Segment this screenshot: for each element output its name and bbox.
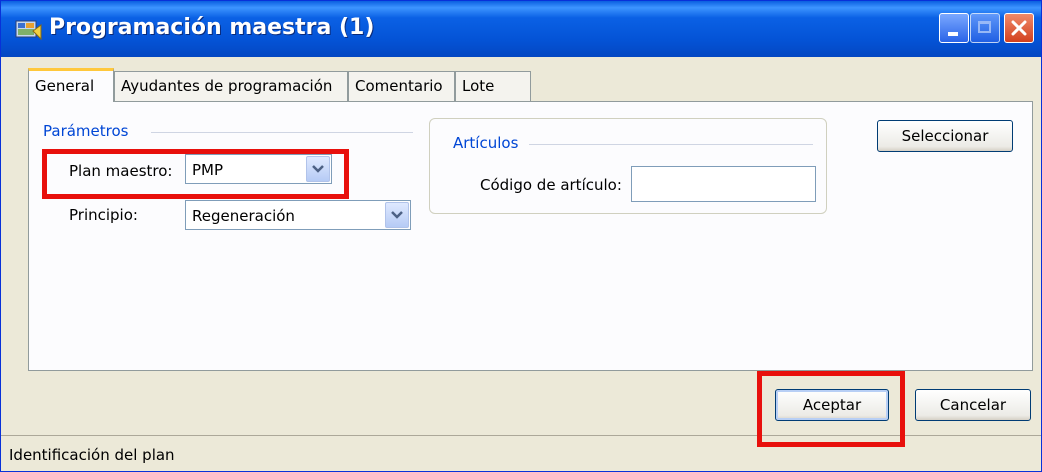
- tab-lote[interactable]: Lote: [455, 71, 531, 101]
- close-icon: [1011, 20, 1027, 36]
- cancelar-button[interactable]: Cancelar: [915, 389, 1031, 421]
- highlight-aceptar: [757, 371, 905, 447]
- parametros-divider: [151, 132, 413, 133]
- principio-combo[interactable]: Regeneración: [185, 200, 411, 230]
- dialog-window: Programación maestra (1) General Ayudant…: [0, 0, 1042, 472]
- window-title: Programación maestra (1): [49, 15, 375, 40]
- parametros-group-label: Parámetros: [43, 122, 129, 140]
- maximize-button[interactable]: [970, 13, 1000, 43]
- articulos-divider: [529, 144, 813, 145]
- title-bar[interactable]: Programación maestra (1): [1, 1, 1041, 57]
- principio-label: Principio:: [69, 206, 138, 224]
- seleccionar-button[interactable]: Seleccionar: [877, 120, 1013, 152]
- highlight-plan-maestro: [42, 149, 349, 199]
- tab-comentario[interactable]: Comentario: [348, 71, 455, 101]
- tab-general[interactable]: General: [28, 68, 114, 102]
- principio-value: Regeneración: [192, 207, 295, 225]
- status-text: Identificación del plan: [9, 446, 175, 464]
- app-icon: [15, 20, 42, 41]
- chevron-down-icon: [391, 211, 403, 219]
- minimize-button[interactable]: [939, 13, 969, 43]
- tab-panel-general: Parámetros Plan maestro: PMP Principio: …: [28, 101, 1033, 371]
- codigo-de-articulo-label: Código de artículo:: [480, 176, 622, 194]
- close-button[interactable]: [1004, 13, 1034, 43]
- principio-dropdown-button[interactable]: [385, 202, 409, 228]
- articulos-group-label: Artículos: [453, 134, 519, 152]
- codigo-de-articulo-field[interactable]: [631, 166, 816, 202]
- tab-ayudantes-de-programacion[interactable]: Ayudantes de programación: [114, 71, 348, 101]
